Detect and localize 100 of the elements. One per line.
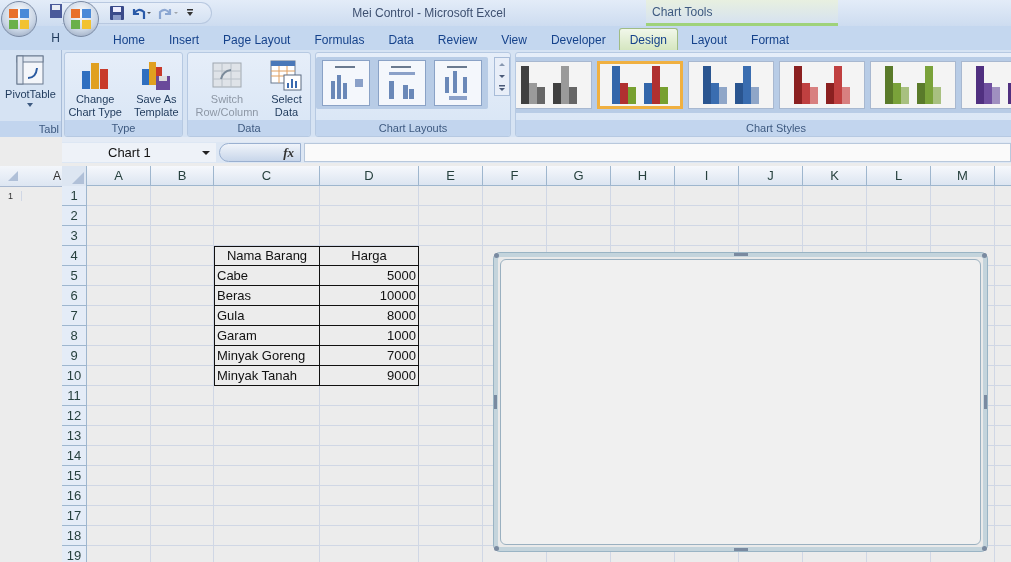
dropdown-icon[interactable]: [202, 149, 210, 156]
column-header[interactable]: C: [214, 166, 320, 186]
column-header[interactable]: M: [931, 166, 995, 186]
row-header[interactable]: 14: [62, 446, 87, 466]
group-label: Type: [65, 120, 182, 136]
resize-handle[interactable]: [733, 253, 748, 256]
resize-handle[interactable]: [984, 395, 987, 409]
table-cell: 9000: [320, 366, 419, 386]
formula-input[interactable]: [304, 143, 1011, 162]
row-header[interactable]: 7: [62, 306, 87, 326]
ribbon-tab[interactable]: View: [490, 28, 538, 50]
row-header[interactable]: 18: [62, 526, 87, 546]
save-icon[interactable]: [50, 4, 62, 18]
contextual-tab-group: Chart Tools: [646, 0, 838, 26]
chart-style-option[interactable]: [516, 61, 592, 109]
table-cell: Harga: [320, 246, 419, 266]
row-header[interactable]: 12: [62, 406, 87, 426]
table-cell: 1000: [320, 326, 419, 346]
ribbon-tab[interactable]: Design: [618, 28, 678, 50]
table-cell: 8000: [320, 306, 419, 326]
row-header[interactable]: 10: [62, 366, 87, 386]
row-header[interactable]: 15: [62, 466, 87, 486]
chart-style-option[interactable]: [778, 61, 865, 109]
resize-handle[interactable]: [494, 395, 497, 409]
chart-style-option[interactable]: [596, 61, 683, 109]
office-logo-icon: [8, 8, 30, 30]
undo-icon[interactable]: [130, 6, 152, 20]
group-label: Chart Styles: [516, 120, 1011, 136]
table-cell: Gula: [214, 306, 320, 326]
column-header[interactable]: I: [675, 166, 739, 186]
ribbon-tab[interactable]: Home: [102, 28, 156, 50]
ribbon-tab[interactable]: Page Layout: [212, 28, 302, 50]
save-as-template-button[interactable]: Save As Template: [131, 55, 182, 119]
insert-function-button[interactable]: fx: [219, 143, 301, 162]
table-chart-icon: [270, 59, 303, 91]
column-header[interactable]: J: [739, 166, 803, 186]
worksheet-grid[interactable]: 1 2 3 4 Nama Barang Harga 5 Cabe 5000 6 Beras 10000 7 Gula 8000 8 Garam 1000 9 Minyak Goreng 7000 10 Minyak Tanah 9000 11 12 13 14 15 16 17 18 19: [62, 186, 1011, 562]
customize-icon[interactable]: [186, 8, 194, 18]
table-cell: 7000: [320, 346, 419, 366]
row-header[interactable]: 13: [62, 426, 87, 446]
row-header[interactable]: 6: [62, 286, 87, 306]
row-header[interactable]: 19: [62, 546, 87, 562]
ribbon-tab[interactable]: H: [51, 31, 62, 45]
ribbon-tab[interactable]: Review: [426, 28, 489, 50]
row-header[interactable]: 8: [62, 326, 87, 346]
ribbon-tab[interactable]: Layout: [680, 28, 739, 50]
column-header[interactable]: D: [320, 166, 419, 186]
column-header[interactable]: E: [419, 166, 483, 186]
resize-handle[interactable]: [982, 253, 987, 258]
column-header[interactable]: A: [87, 166, 151, 186]
ribbon-tab[interactable]: Developer: [539, 28, 617, 50]
chart-layout-option[interactable]: [378, 60, 426, 106]
name-box[interactable]: Chart 1: [62, 143, 216, 162]
row-header[interactable]: 17: [62, 506, 87, 526]
save-icon[interactable]: [110, 6, 124, 20]
select-data-button[interactable]: Select Data: [267, 55, 306, 119]
resize-handle[interactable]: [982, 546, 987, 551]
column-header[interactable]: H: [611, 166, 675, 186]
pivot-table-icon: [14, 54, 47, 86]
row-header[interactable]: 3: [62, 226, 87, 246]
column-header[interactable]: B: [151, 166, 214, 186]
chart-layout-option[interactable]: [322, 60, 370, 106]
column-header[interactable]: K: [803, 166, 867, 186]
caret-icon: [27, 103, 34, 107]
change-chart-type-button[interactable]: Change Chart Type: [65, 55, 125, 119]
row-header[interactable]: 9: [62, 346, 87, 366]
select-all-icon[interactable]: [8, 171, 18, 181]
group-label: Chart Layouts: [316, 120, 510, 136]
more-icon[interactable]: [496, 84, 508, 93]
resize-handle[interactable]: [494, 546, 499, 551]
table-cell: Garam: [214, 326, 320, 346]
resize-handle[interactable]: [733, 548, 748, 551]
row-header[interactable]: 2: [62, 206, 87, 226]
chart-style-option[interactable]: [687, 61, 774, 109]
row-header[interactable]: 11: [62, 386, 87, 406]
row-header[interactable]: 5: [62, 266, 87, 286]
column-header[interactable]: F: [483, 166, 547, 186]
ribbon-tab[interactable]: Insert: [158, 28, 211, 50]
row-header[interactable]: 16: [62, 486, 87, 506]
office-button[interactable]: [1, 1, 37, 37]
ribbon-tab[interactable]: Formulas: [303, 28, 376, 50]
column-header[interactable]: L: [867, 166, 931, 186]
ribbon-tab[interactable]: Format: [740, 28, 801, 50]
window-title: Mei Control - Microsoft Excel: [351, 5, 507, 22]
table-cell: 10000: [320, 286, 419, 306]
ribbon-tab[interactable]: Data: [377, 28, 425, 50]
column-header[interactable]: A: [53, 169, 61, 183]
pivottable-button[interactable]: PivotTable: [2, 50, 59, 121]
table-cell: Minyak Goreng: [214, 346, 320, 366]
row-header[interactable]: 1: [8, 191, 22, 201]
table-cell: Beras: [214, 286, 320, 306]
resize-handle[interactable]: [494, 253, 499, 258]
column-header[interactable]: G: [547, 166, 611, 186]
row-header[interactable]: 1: [62, 186, 87, 206]
row-header[interactable]: 4: [62, 246, 87, 266]
table-cell: Nama Barang: [214, 246, 320, 266]
office-logo-icon: [70, 8, 92, 30]
chart-layout-option[interactable]: [434, 60, 482, 106]
grid-arrows-icon: [211, 59, 243, 91]
chart-style-option[interactable]: [869, 61, 956, 109]
